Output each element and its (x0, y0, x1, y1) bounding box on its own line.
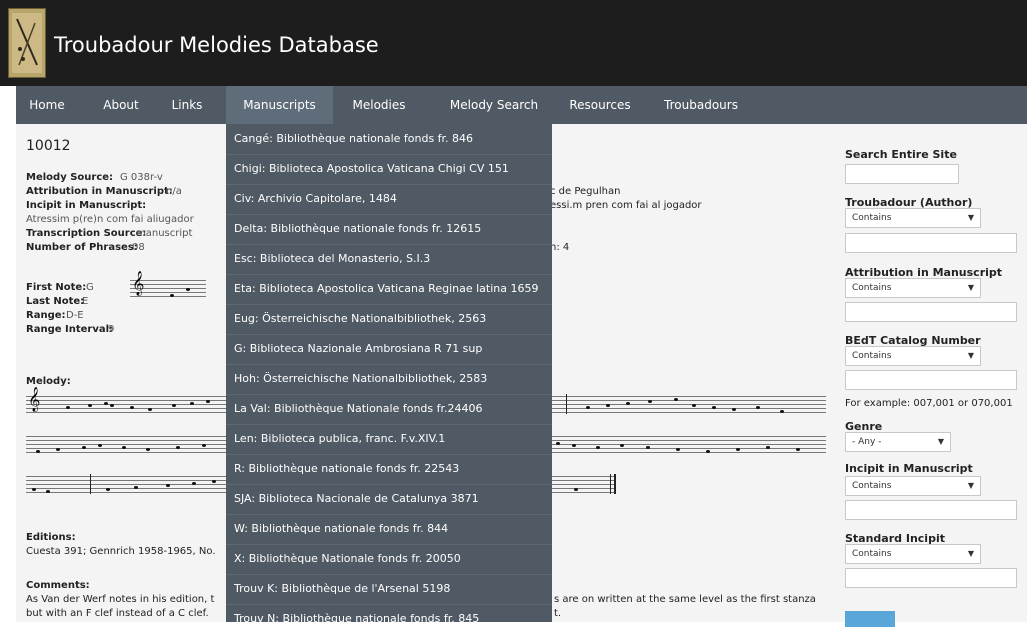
bedt-example-text: For example: 007,001 or 070,001 (845, 398, 1013, 409)
dropdown-item[interactable]: SJA: Biblioteca Nacionale de Catalunya 3… (234, 484, 479, 514)
genre-select[interactable]: - Any - ▼ (845, 432, 951, 452)
attribution-value: n/a (166, 186, 182, 197)
nav-melodies[interactable]: Melodies (344, 86, 414, 124)
nav-links[interactable]: Links (167, 86, 207, 124)
bedt-input[interactable] (845, 370, 1017, 390)
author-fragment: c de Pegulhan (550, 186, 621, 197)
dropdown-item[interactable]: Civ: Archivio Capitolare, 1484 (234, 184, 397, 214)
melody-label: Melody: (26, 376, 71, 387)
range-interval-label: Range Interval: (26, 324, 114, 335)
transcription-label: Transcription Source: (26, 228, 147, 239)
dropdown-item[interactable]: R: Bibliothèque nationale fonds fr. 2254… (234, 454, 459, 484)
phrases-label: Number of Phrases: (26, 242, 138, 253)
dropdown-item[interactable]: Delta: Bibliothèque nationale fonds fr. … (234, 214, 481, 244)
editions-label: Editions: (26, 532, 76, 543)
range-staff: 𝄞 (130, 273, 206, 297)
dropdown-item[interactable]: Chigi: Biblioteca Apostolica Vaticana Ch… (234, 154, 509, 184)
editions-value: Cuesta 391; Gennrich 1958-1965, No. (26, 546, 216, 557)
dropdown-item[interactable]: X: Bibliothèque Nationale fonds fr. 2005… (234, 544, 461, 574)
note (170, 294, 174, 297)
dropdown-item[interactable]: La Val: Bibliothèque Nationale fonds fr.… (234, 394, 483, 424)
nav-manuscripts[interactable]: Manuscripts (226, 86, 333, 124)
nav-about[interactable]: About (96, 86, 146, 124)
site-logo[interactable] (8, 8, 46, 78)
dropdown-item[interactable]: Len: Biblioteca publica, franc. F.v.XIV.… (234, 424, 445, 454)
troubadour-select[interactable]: Contains ▼ (845, 208, 981, 228)
nav-melody-search[interactable]: Melody Search (444, 86, 544, 124)
submit-button[interactable] (845, 611, 895, 627)
dropdown-item[interactable]: Hoh: Österreichische Nationalbibliothek,… (234, 364, 487, 394)
attribution-input[interactable] (845, 302, 1017, 322)
comments-line-2: but with an F clef instead of a C clef. (26, 608, 209, 619)
troubadour-input[interactable] (845, 233, 1017, 253)
standard-incipit-input[interactable] (845, 568, 1017, 588)
first-note-value: G (86, 282, 94, 293)
chevron-down-icon: ▼ (967, 351, 974, 360)
first-note-label: First Note: (26, 282, 87, 293)
incipit-fragment: essi.m pren com fai al jogador (550, 200, 702, 211)
site-header: Troubadour Melodies Database (0, 0, 1027, 86)
note (186, 288, 190, 291)
dropdown-item[interactable]: Esc: Biblioteca del Monasterio, S.I.3 (234, 244, 430, 274)
melody-source-value: G 038r-v (120, 172, 163, 183)
chevron-down-icon: ▼ (967, 481, 974, 490)
incipit-input[interactable] (845, 500, 1017, 520)
incipit-label: Incipit in Manuscript: (26, 200, 147, 211)
nav-home[interactable]: Home (16, 86, 78, 124)
dropdown-item[interactable]: Cangé: Bibliothèque nationale fonds fr. … (234, 124, 473, 154)
incipit-select[interactable]: Contains ▼ (845, 476, 981, 496)
dropdown-item[interactable]: Eta: Biblioteca Apostolica Vaticana Regi… (234, 274, 539, 304)
melody-source-label: Melody Source: (26, 172, 114, 183)
standard-incipit-select[interactable]: Contains ▼ (845, 544, 981, 564)
last-note-value: E (82, 296, 89, 307)
chevron-down-icon: ▼ (937, 437, 944, 446)
dropdown-item[interactable]: Trouv N: Bibliothèque nationale fonds fr… (234, 604, 479, 634)
range-interval-value: 9 (108, 324, 115, 335)
comments-label: Comments: (26, 580, 90, 591)
chevron-down-icon: ▼ (967, 549, 974, 558)
comments-line-1-right: s are on written at the same level as th… (554, 594, 816, 605)
comments-line-1: As Van der Werf notes in his edition, t (26, 594, 215, 605)
record-id: 10012 (26, 138, 71, 154)
bedt-select[interactable]: Contains ▼ (845, 346, 981, 366)
colon-fragment: n: 4 (550, 242, 570, 253)
range-label: Range: (26, 310, 66, 321)
last-note-label: Last Note: (26, 296, 85, 307)
phrases-value: 08 (132, 242, 145, 253)
treble-clef-icon: 𝄞 (132, 271, 145, 295)
chevron-down-icon: ▼ (967, 213, 974, 222)
attribution-label: Attribution in Manuscript: (26, 186, 173, 197)
manuscripts-dropdown: Cangé: Bibliothèque nationale fonds fr. … (226, 124, 552, 625)
chevron-down-icon: ▼ (967, 283, 974, 292)
nav-troubadours[interactable]: Troubadours (656, 86, 746, 124)
main-nav: Home About Links Manuscripts Melodies Me… (16, 86, 1027, 124)
dropdown-item[interactable]: Eug: Österreichische Nationalbibliothek,… (234, 304, 486, 334)
search-site-input[interactable] (845, 164, 959, 184)
range-value: D-E (66, 310, 84, 321)
dropdown-item[interactable]: Trouv K: Bibliothèque de l'Arsenal 5198 (234, 574, 450, 604)
transcription-value: manuscript (136, 228, 193, 239)
incipit-filter-label: Incipit in Manuscript (845, 462, 973, 475)
comments-line-2-right: t. (554, 608, 562, 619)
nav-resources[interactable]: Resources (558, 86, 642, 124)
treble-clef-icon: 𝄞 (28, 387, 41, 411)
dropdown-item[interactable]: W: Bibliothèque nationale fonds fr. 844 (234, 514, 448, 544)
site-title[interactable]: Troubadour Melodies Database (54, 33, 379, 57)
attribution-select[interactable]: Contains ▼ (845, 278, 981, 298)
incipit-value: Atressim p(re)n com fai aliugador (26, 214, 194, 225)
search-site-label: Search Entire Site (845, 148, 957, 161)
dropdown-item[interactable]: G: Biblioteca Nazionale Ambrosiana R 71 … (234, 334, 482, 364)
